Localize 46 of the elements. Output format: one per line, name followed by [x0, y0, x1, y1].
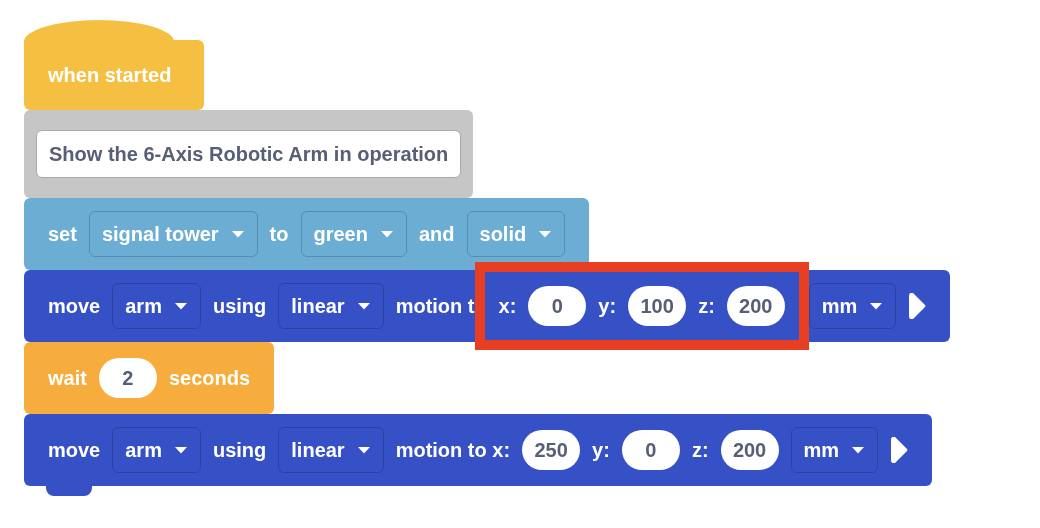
block-label: y: — [592, 438, 610, 462]
caret-icon — [379, 230, 394, 238]
dropdown[interactable]: mm — [808, 283, 897, 329]
dropdown[interactable]: linear — [278, 283, 384, 329]
block-label: and — [418, 222, 455, 246]
comment-block[interactable]: Show the 6-Axis Robotic Arm in operation — [24, 110, 474, 198]
block-label: z: — [691, 438, 709, 462]
dropdown[interactable]: linear — [278, 427, 384, 473]
comment-field[interactable]: Show the 6-Axis Robotic Arm in operation — [36, 130, 462, 178]
block-label: move — [48, 294, 101, 318]
block-label: motion t — [395, 294, 475, 318]
caret-icon — [173, 302, 188, 310]
block-label: z: — [698, 294, 715, 318]
block-label: when started — [48, 63, 172, 87]
dropdown[interactable]: mm — [790, 427, 879, 473]
code-block[interactable]: wait 2 seconds — [24, 342, 275, 414]
play-icon[interactable] — [890, 435, 909, 465]
number-field[interactable]: 250 — [522, 430, 581, 470]
caret-icon — [538, 230, 553, 238]
block-label: y: — [598, 294, 617, 318]
number-field[interactable]: 200 — [726, 286, 785, 326]
caret-icon — [356, 302, 371, 310]
block-label: x: — [498, 294, 517, 318]
number-field[interactable]: 200 — [720, 430, 779, 470]
block-label: using — [212, 294, 267, 318]
caret-icon — [173, 446, 188, 454]
caret-icon — [356, 446, 371, 454]
number-field[interactable]: 2 — [98, 358, 157, 398]
number-field[interactable]: 100 — [628, 286, 687, 326]
code-block[interactable]: move arm using linear motion t x: 0 y: 100 z: 200 mm — [24, 270, 951, 342]
block-label: using — [212, 438, 267, 462]
code-block[interactable]: move arm using linear motion to x: 250 y: 0 z: 200 mm — [24, 414, 933, 486]
dropdown[interactable]: arm — [112, 283, 201, 329]
block-label: set — [48, 222, 77, 246]
block-label: move — [48, 438, 101, 462]
caret-icon — [869, 302, 884, 310]
caret-icon — [851, 446, 866, 454]
block-label: wait — [48, 366, 87, 390]
dropdown[interactable]: arm — [112, 427, 201, 473]
block-label: to — [269, 222, 289, 246]
number-field[interactable]: 0 — [621, 430, 680, 470]
caret-icon — [230, 230, 245, 238]
block-label: seconds — [168, 366, 251, 390]
number-field[interactable]: 0 — [528, 286, 587, 326]
block-label: motion to x: — [395, 438, 511, 462]
play-icon[interactable] — [908, 291, 927, 321]
